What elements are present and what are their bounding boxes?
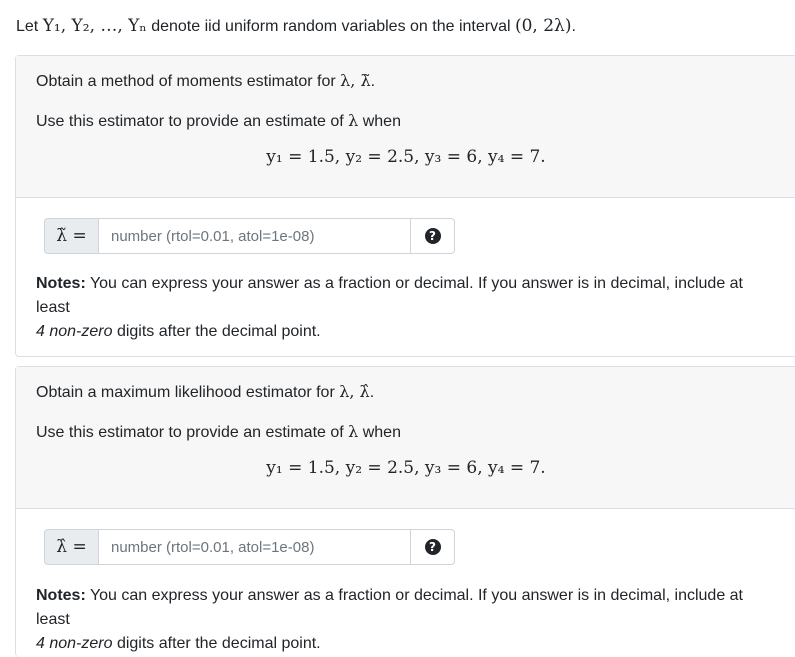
notes-label: Notes: [36,587,86,604]
question-circle-icon: ? [424,539,441,555]
answer-label-2: λ̂ = [44,529,98,565]
question-prompt-2: Obtain a maximum likelihood estimator fo… [36,381,374,404]
answer-label-1: λ̃ = [44,218,98,254]
use-math: λ [348,422,359,441]
question-card-1: Obtain a method of moments estimator for… [15,55,795,357]
problem-intro: Let Y₁, Y₂, …, Yₙ denote iid uniform ran… [16,14,576,39]
notes-text: You can express your answer as a fractio… [36,275,743,316]
prompt-text: Obtain a method of moments estimator for [36,73,341,90]
notes-text-end: digits after the decimal point. [112,323,321,340]
data-equation-1: y₁ = 1.5, y₂ = 2.5, y₃ = 6, y₄ = 7. [266,147,546,167]
help-button-2[interactable]: ? [411,529,455,565]
prompt-math: λ, λ̂ [339,382,370,401]
question-use-2: Use this estimator to provide an estimat… [36,421,401,444]
use-text: Use this estimator to provide an estimat… [36,424,349,441]
intro-prefix: Let [16,18,43,35]
notes-emphasis: 4 non-zero [36,635,113,652]
notes-emphasis: 4 non-zero [36,323,113,340]
answer-group-2: λ̂ = number (rtol=0.01, atol=1e-08) ? [44,529,456,565]
answer-input-2[interactable]: number (rtol=0.01, atol=1e-08) [98,529,411,565]
notes-text: You can express your answer as a fractio… [36,587,743,628]
prompt-text: Obtain a maximum likelihood estimator fo… [36,384,340,401]
help-button-1[interactable]: ? [411,218,455,254]
answer-group-1: λ̃ = number (rtol=0.01, atol=1e-08) ? [44,218,456,254]
prompt-math: λ, λ̃ [340,71,371,90]
notes-label: Notes: [36,275,86,292]
answer-input-1[interactable]: number (rtol=0.01, atol=1e-08) [98,218,411,254]
intro-variables: Y₁, Y₂, …, Yₙ [42,16,147,36]
question-prompt-1: Obtain a method of moments estimator for… [36,70,375,93]
question-use-1: Use this estimator to provide an estimat… [36,110,401,133]
notes-1: Notes: You can express your answer as a … [36,272,781,344]
question-card-2: Obtain a maximum likelihood estimator fo… [15,366,795,657]
question-header-1: Obtain a method of moments estimator for… [16,56,795,198]
use-suffix: when [358,113,401,130]
use-text: Use this estimator to provide an estimat… [36,113,349,130]
prompt-suffix: . [369,384,375,401]
data-equation-2: y₁ = 1.5, y₂ = 2.5, y₃ = 6, y₄ = 7. [266,458,546,478]
intro-middle: denote iid uniform random variables on t… [146,18,515,35]
use-math: λ [348,111,359,130]
intro-interval: (0, 2λ) [514,16,572,36]
prompt-suffix: . [370,73,376,90]
notes-2: Notes: You can express your answer as a … [36,584,781,656]
notes-text-end: digits after the decimal point. [112,635,321,652]
question-header-2: Obtain a maximum likelihood estimator fo… [16,367,795,509]
question-circle-icon: ? [424,228,441,244]
intro-suffix: . [571,18,576,35]
use-suffix: when [358,424,401,441]
